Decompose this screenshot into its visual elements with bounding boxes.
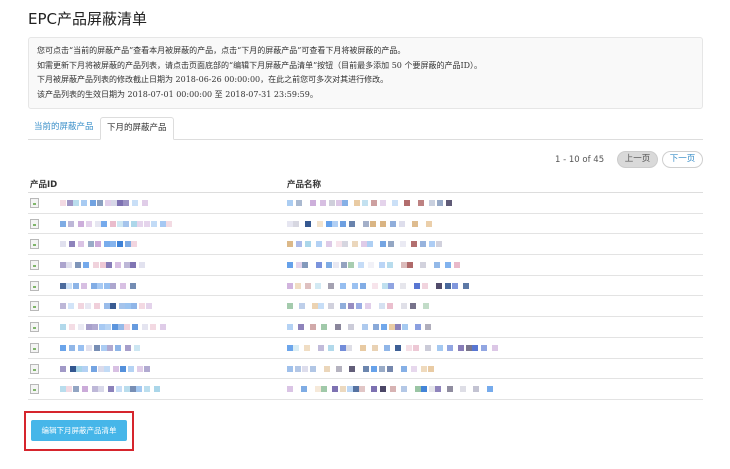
broken-image-icon [30,239,39,250]
page-title: EPC产品屏蔽清单 [28,10,147,28]
next-page-button[interactable]: 下一页 [662,151,703,168]
prev-page-button[interactable]: 上一页 [617,151,658,168]
broken-image-icon [30,384,39,395]
tab-bar: 当前的屏蔽产品 下月的屏蔽产品 [28,117,703,140]
table-row [28,317,703,338]
table-row [28,338,703,359]
table-row [28,379,703,400]
broken-image-icon [30,198,39,208]
table-row [28,359,703,380]
tab-current-blocked-products[interactable]: 当前的屏蔽产品 [28,117,100,139]
table-row [28,276,703,297]
table-row [28,255,703,276]
table-body [28,193,703,400]
tab-next-month-blocked-products[interactable]: 下月的屏蔽产品 [100,117,174,140]
notice-line: 下月被屏蔽产品列表的修改截止日期为 2018-06-26 00:00:00，在此… [37,75,389,84]
table-row [28,234,703,256]
notice-line: 该产品列表的生效日期为 2018-07-01 00:00:00 至 2018-0… [37,89,318,99]
blocked-products-table: 产品ID 产品名称 [28,174,703,400]
edit-next-month-list-button[interactable]: 编辑下月屏蔽产品清单 [31,420,127,441]
table-header: 产品ID 产品名称 [28,174,703,193]
notice-box: 您可点击“当前的屏蔽产品”查看本月被屏蔽的产品，点击“下月的屏蔽产品”可查看下月… [28,37,703,109]
notice-line: 您可点击“当前的屏蔽产品”查看本月被屏蔽的产品，点击“下月的屏蔽产品”可查看下月… [37,46,406,55]
pagination-info: 1 - 10 of 45 [555,155,605,165]
broken-image-icon [30,363,39,374]
broken-image-icon [30,218,39,229]
broken-image-icon [30,280,39,291]
broken-image-icon [30,260,39,271]
table-row [28,214,703,235]
column-header-product-name: 产品名称 [287,180,322,190]
broken-image-icon [30,301,39,312]
table-row [28,296,703,318]
broken-image-icon [30,342,39,353]
notice-line: 如需更新下月将被屏蔽的产品列表，请点击页面底部的“编辑下月屏蔽产品清单”按钮（目… [37,60,483,70]
table-row [28,193,703,214]
broken-image-icon [30,322,39,333]
column-header-product-id: 产品ID [30,180,58,190]
